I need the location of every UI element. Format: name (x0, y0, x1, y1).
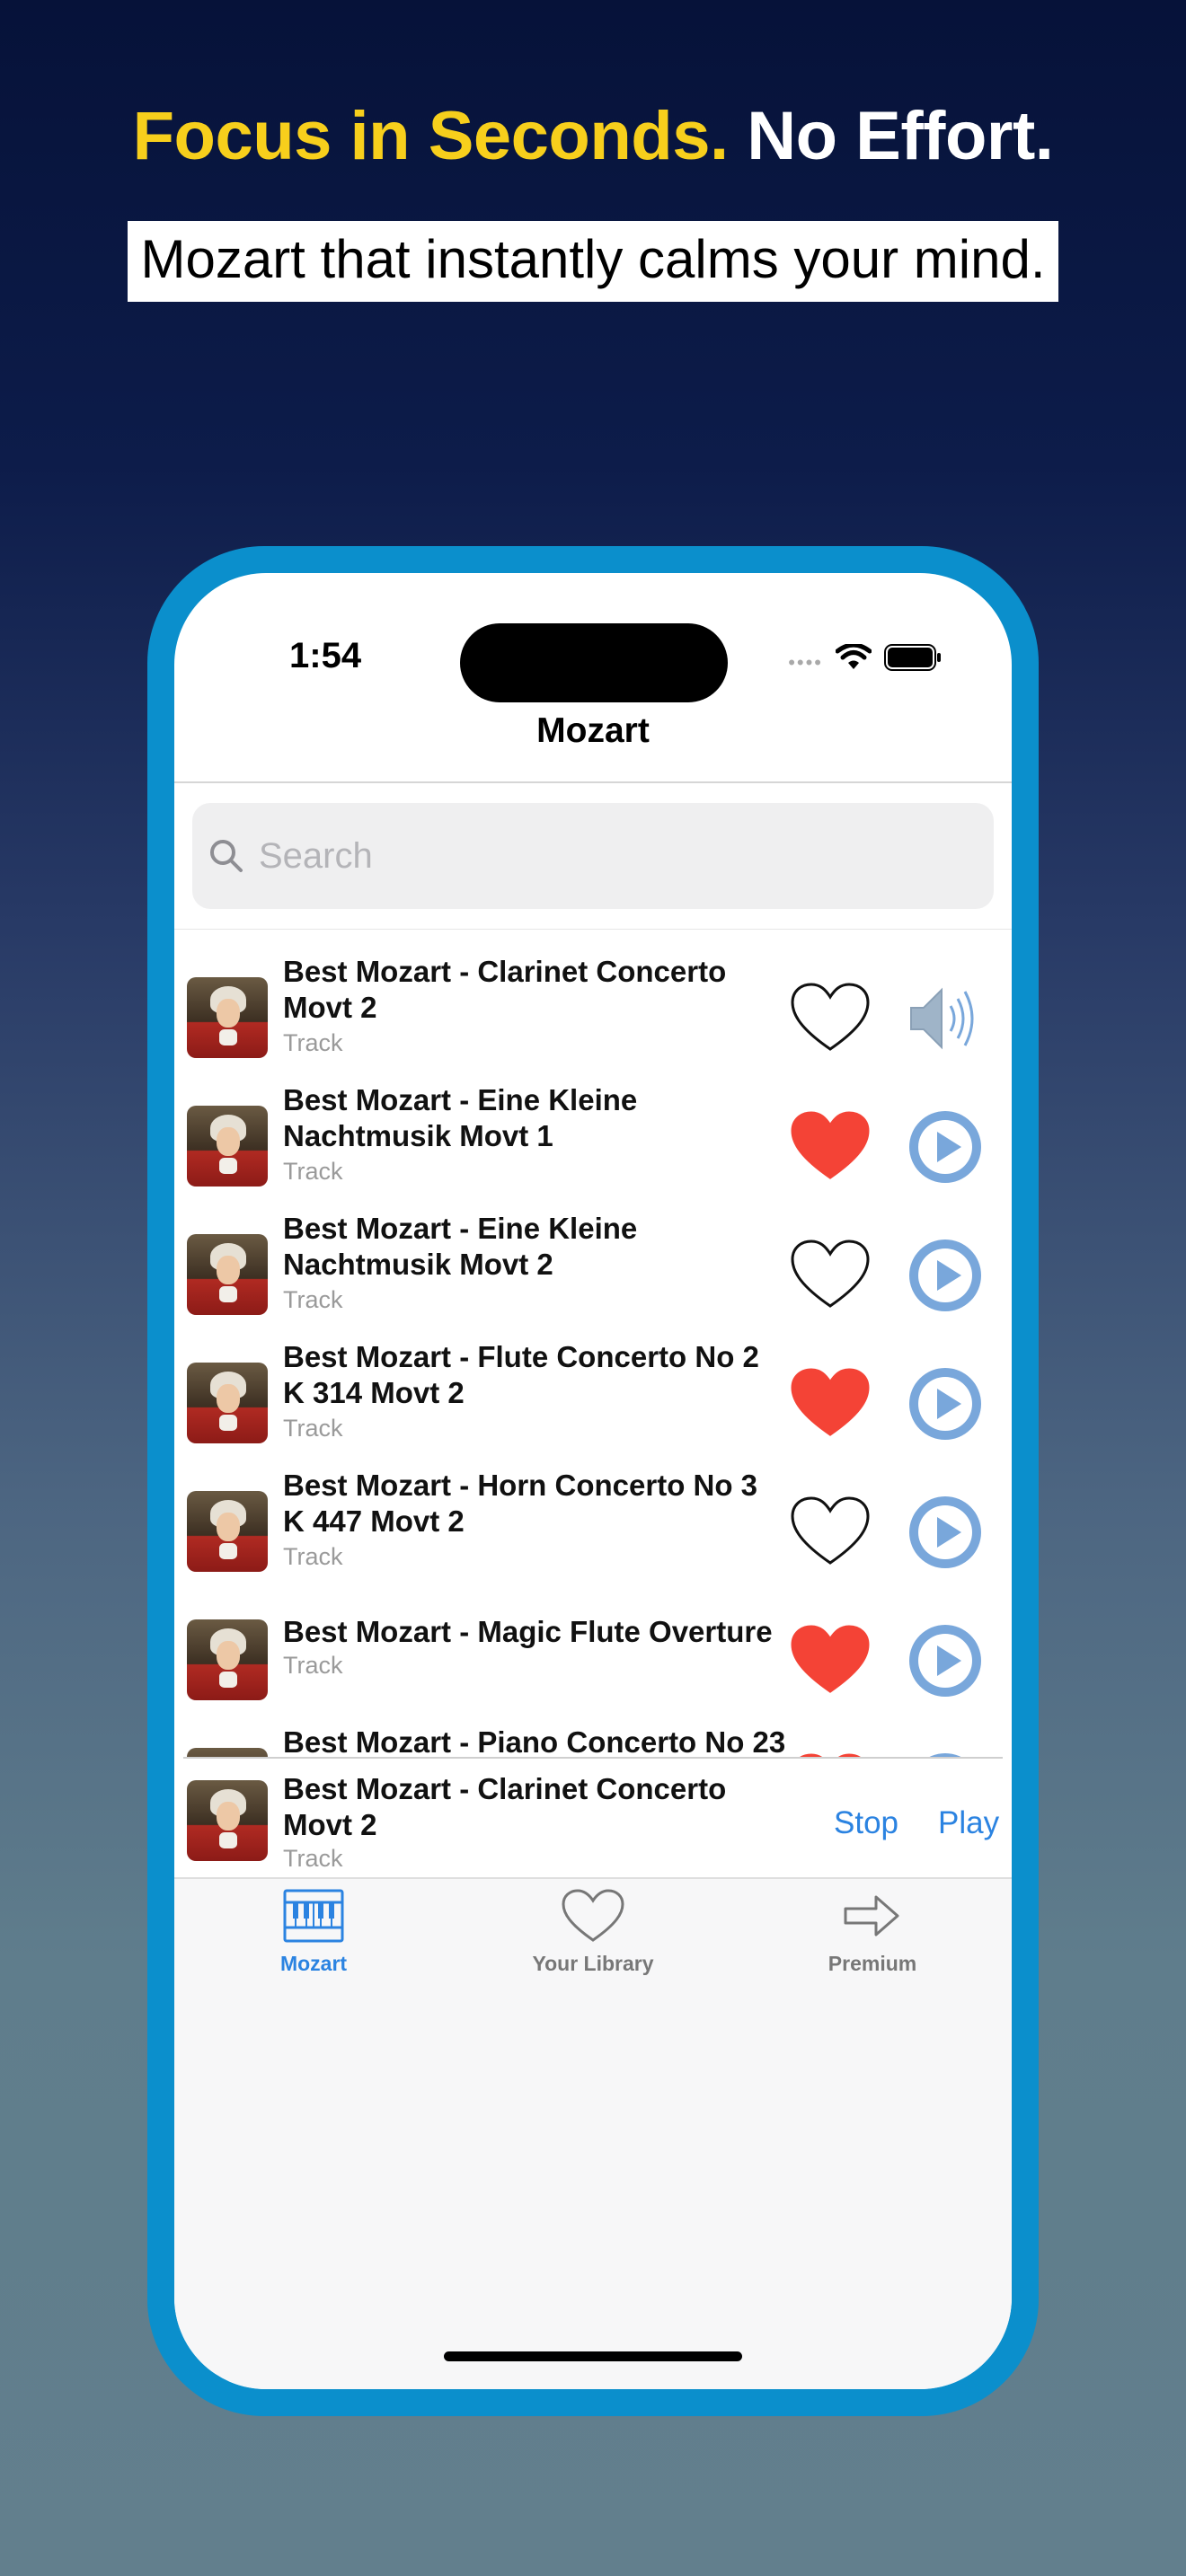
stop-button[interactable]: Stop (834, 1805, 898, 1841)
track-row[interactable]: Best Mozart - Eine Kleine Nachtmusik Mov… (174, 1202, 1012, 1330)
promo-subline: Mozart that instantly calms your mind. (128, 221, 1058, 302)
track-title: Best Mozart - Eine Kleine Nachtmusik Mov… (283, 1083, 638, 1152)
track-subtitle: Track (283, 1415, 343, 1442)
heart-outline-icon[interactable] (789, 1495, 872, 1568)
play-icon[interactable] (906, 1364, 985, 1443)
play-button[interactable]: Play (938, 1805, 999, 1841)
heart-outline-icon (562, 1889, 624, 1942)
track-row[interactable]: Best Mozart - Flute Concerto No 2 K 314 … (174, 1330, 1012, 1459)
track-title: Best Mozart - Eine Kleine Nachtmusik Mov… (283, 1212, 638, 1281)
album-art (187, 1748, 268, 1757)
mini-player-title: Best Mozart - Clarinet Concerto Movt 2 (283, 1772, 727, 1841)
track-subtitle: Track (283, 1652, 343, 1679)
heart-outline-icon[interactable] (789, 1238, 872, 1311)
tab-mozart[interactable]: Mozart (174, 1888, 453, 1976)
promo-headline: Focus in Seconds. No Effort. (0, 97, 1186, 175)
list-divider (174, 929, 1012, 930)
track-subtitle: Track (283, 1543, 343, 1570)
heart-outline-icon[interactable] (789, 981, 872, 1054)
album-art (187, 1619, 268, 1700)
mini-player[interactable]: Best Mozart - Clarinet Concerto Movt 2 T… (174, 1759, 1012, 1877)
nav-divider (174, 781, 1012, 783)
home-indicator (444, 2351, 742, 2361)
play-icon[interactable] (906, 1621, 985, 1700)
album-art (187, 977, 268, 1058)
battery-icon (884, 644, 941, 671)
play-icon[interactable] (906, 1750, 985, 1757)
page-title: Mozart (536, 711, 650, 750)
play-icon[interactable] (906, 1493, 985, 1572)
track-title: Best Mozart - Flute Concerto No 2 K 314 … (283, 1340, 759, 1409)
wifi-icon (836, 644, 872, 669)
speaker-icon[interactable] (906, 979, 985, 1058)
heart-filled-icon[interactable] (789, 1109, 872, 1183)
track-row[interactable]: Best Mozart - Magic Flute Overture Track (174, 1587, 1012, 1716)
arrow-right-icon (844, 1895, 899, 1936)
tab-label-mozart: Mozart (279, 1952, 348, 1975)
track-row[interactable]: Best Mozart - Eine Kleine Nachtmusik Mov… (174, 1073, 1012, 1202)
promo-headline-highlight: Focus in Seconds. (132, 98, 729, 174)
phone-screen: 1:54 •••• Mozart Best Mozar (174, 573, 1012, 2389)
album-art (187, 1234, 268, 1315)
play-icon[interactable] (906, 1236, 985, 1315)
status-time: 1:54 (289, 636, 362, 675)
mini-player-subtitle: Track (283, 1845, 343, 1872)
search-bar[interactable] (192, 803, 994, 909)
track-title: Best Mozart - Piano Concerto No 23 Movt … (283, 1725, 786, 1757)
track-row[interactable]: Best Mozart - Horn Concerto No 3 K 447 M… (174, 1459, 1012, 1587)
tab-bar: Mozart Your Library Premium (174, 1877, 1012, 2389)
search-input[interactable] (257, 834, 961, 878)
track-subtitle: Track (283, 1029, 343, 1056)
piano-icon (283, 1889, 344, 1943)
heart-filled-icon[interactable] (789, 1623, 872, 1697)
album-art (187, 1106, 268, 1187)
tab-label-premium: Premium (828, 1952, 917, 1975)
track-row[interactable]: Best Mozart - Clarinet Concerto Movt 2 Tr… (174, 945, 1012, 1073)
track-title: Best Mozart - Magic Flute Overture (283, 1615, 773, 1648)
play-icon[interactable] (906, 1107, 985, 1187)
album-art (187, 1491, 268, 1572)
track-title: Best Mozart - Clarinet Concerto Movt 2 (283, 955, 727, 1024)
phone-frame: 1:54 •••• Mozart Best Mozar (147, 546, 1039, 2416)
tab-your-library[interactable]: Your Library (454, 1888, 732, 1976)
dynamic-island (460, 623, 728, 702)
promo-headline-rest: No Effort. (747, 98, 1054, 174)
search-icon (210, 840, 243, 872)
tab-label-your-library: Your Library (532, 1952, 654, 1975)
track-title: Best Mozart - Horn Concerto No 3 K 447 M… (283, 1469, 758, 1538)
heart-filled-icon[interactable] (789, 1366, 872, 1440)
track-list[interactable]: Best Mozart - Clarinet Concerto Movt 2 Tr… (174, 945, 1012, 1757)
track-subtitle: Track (283, 1158, 343, 1185)
signal-icon: •••• (788, 651, 823, 674)
album-art (187, 1780, 268, 1861)
track-subtitle: Track (283, 1286, 343, 1313)
status-icons: •••• (788, 643, 942, 674)
track-row[interactable]: Best Mozart - Piano Concerto No 23 Movt … (174, 1716, 1012, 1757)
album-art (187, 1363, 268, 1443)
tab-premium[interactable]: Premium (733, 1888, 1012, 1976)
